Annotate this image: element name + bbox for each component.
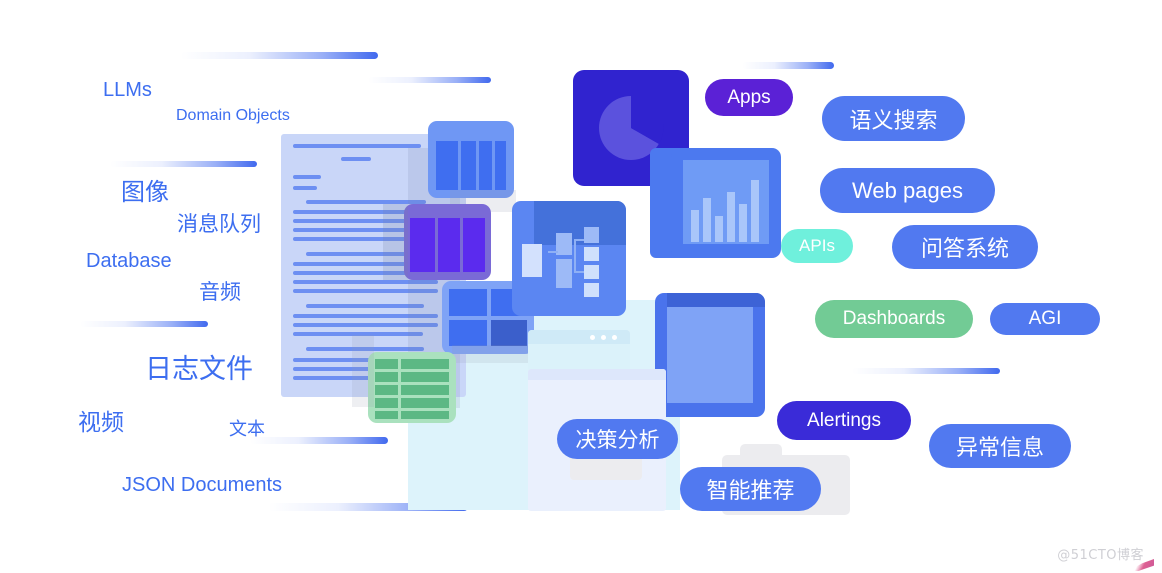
pill-apis[interactable]: APIs [781,229,853,263]
pill-agi[interactable]: AGI [990,303,1100,335]
speedline-3 [110,161,257,167]
pill-语义搜索[interactable]: 语义搜索 [822,96,965,141]
speedline-0 [180,52,378,59]
purple-table-card [404,204,491,280]
pill-问答系统[interactable]: 问答系统 [892,225,1038,269]
device-card-topbar [667,293,765,307]
tree-diagram-card [512,201,626,316]
bar-chart-card [671,148,781,258]
keyword-label: 图像 [121,178,169,206]
pill-dashboards[interactable]: Dashboards [815,300,973,338]
speedline-2 [742,62,834,69]
keyword-label: Domain Objects [176,107,290,124]
speedline-1 [368,77,491,83]
keyword-label: LLMs [103,79,152,101]
grid-card-shadow [452,345,528,363]
device-card [655,293,765,417]
speedline-4 [80,321,208,327]
keyword-label: 日志文件 [145,354,253,385]
green-table-shadow [352,335,374,407]
pill-异常信息[interactable]: 异常信息 [929,424,1071,468]
illustration-canvas: LLMs Domain Objects 图像 消息队列 Database 音频日志文件 视频… [0,0,1162,573]
keyword-label: JSON Documents [122,474,283,496]
pill-决策分析[interactable]: 决策分析 [557,419,678,459]
watermark-text: @51CTO博客 [1057,548,1144,563]
pill-web-pages[interactable]: Web pages [820,168,995,213]
keyword-label: 消息队列 [177,212,261,236]
purple-card-shadow [383,204,408,280]
keyword-label: 音频 [199,280,241,304]
table-card-top [428,121,514,198]
pill-智能推荐[interactable]: 智能推荐 [680,467,821,511]
keyword-label: Database [86,250,172,272]
pill-apps[interactable]: Apps [705,79,793,116]
speedline-6 [852,368,1000,374]
pill-alertings[interactable]: Alertings [777,401,911,440]
keyword-label: 文本 [229,419,265,440]
keyword-label: 视频 [78,410,124,436]
speedline-5 [250,437,388,444]
green-table [368,352,456,423]
